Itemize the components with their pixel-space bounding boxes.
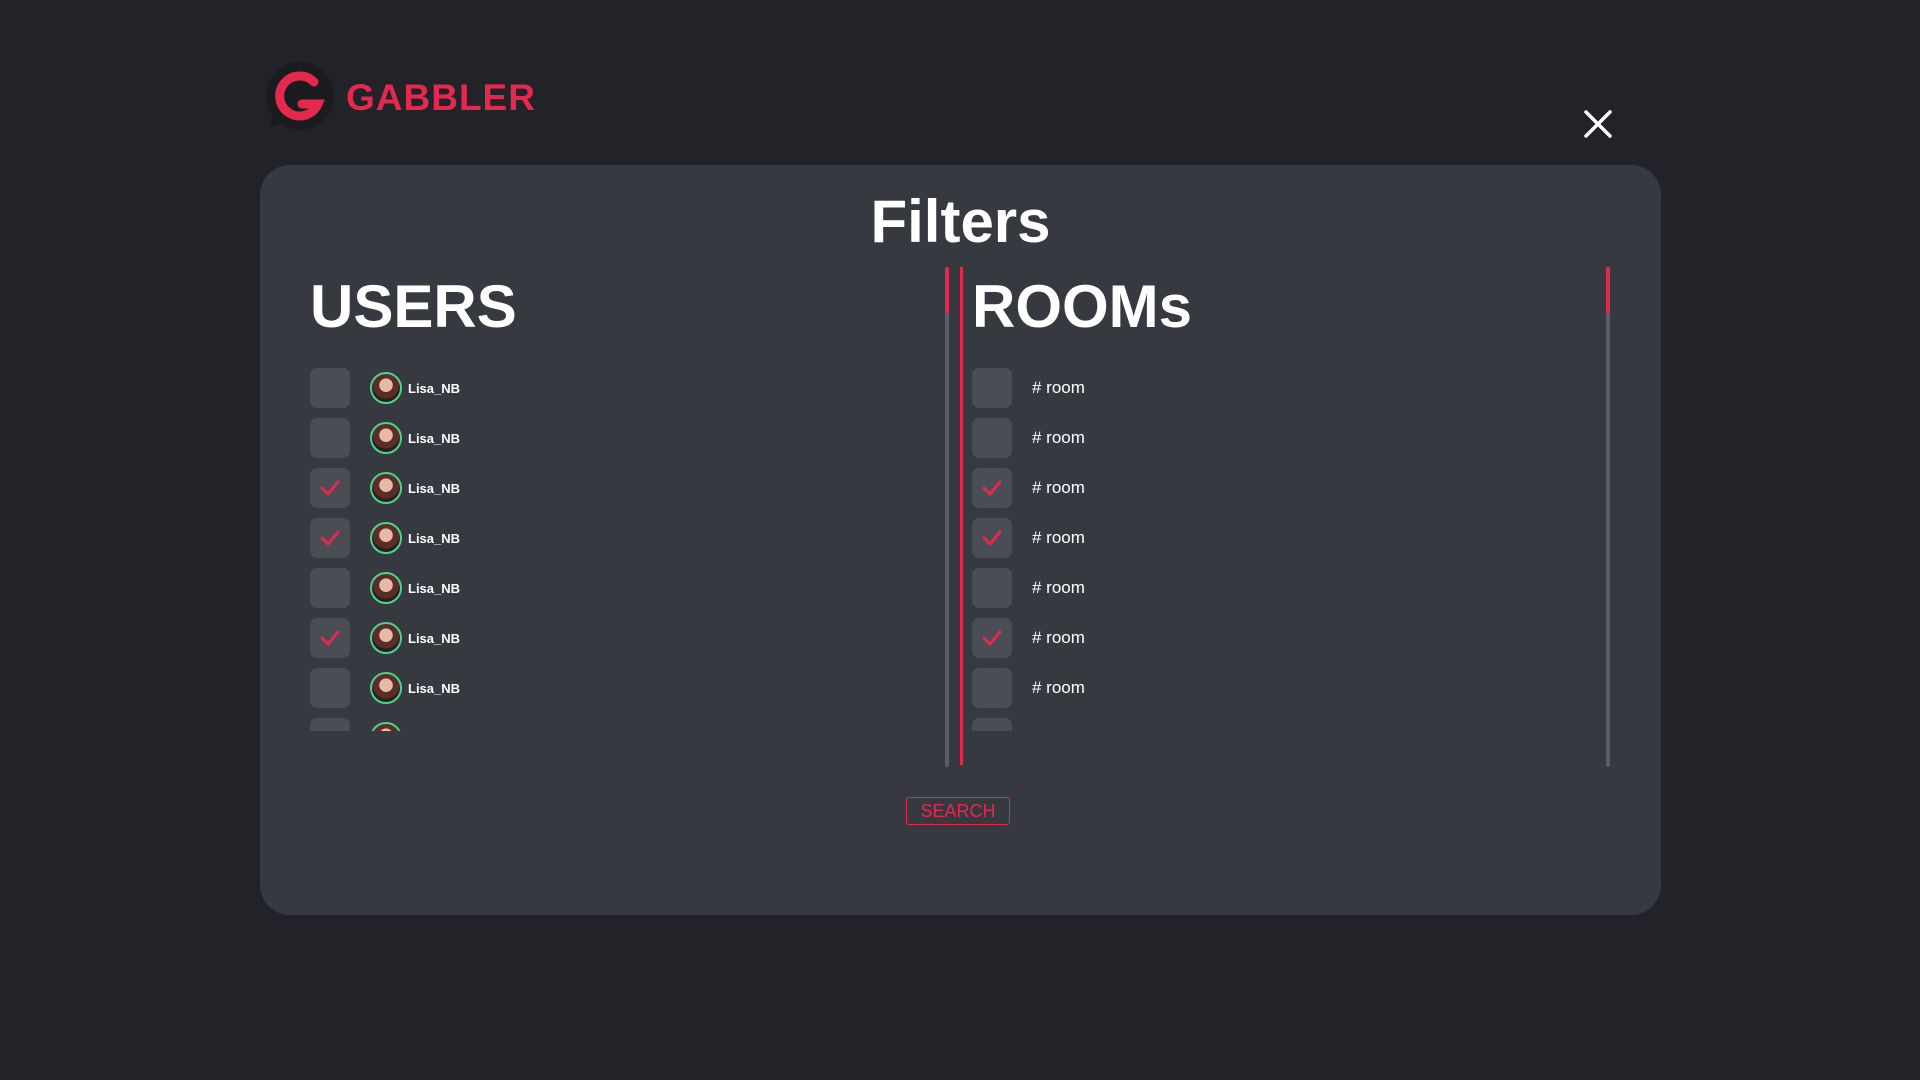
user-name: Lisa_NB (408, 580, 461, 596)
close-icon (1584, 110, 1612, 138)
filters-dialog: Filters USERS Lisa_NB Lisa_NB Lisa_NB Lisa_… (260, 165, 1661, 915)
user-checkbox[interactable] (310, 718, 350, 731)
user-name: Lisa_NB (408, 680, 461, 696)
brand-logo: GABBLER (262, 62, 536, 134)
users-heading: USERS (310, 273, 517, 340)
user-checkbox[interactable] (310, 518, 350, 558)
user-name: Lisa_NB (408, 480, 461, 496)
rooms-scrollbar-thumb[interactable] (1606, 267, 1610, 313)
close-button[interactable] (1580, 106, 1616, 142)
room-checkbox[interactable] (972, 468, 1012, 508)
avatar (370, 372, 402, 404)
avatar (370, 622, 402, 654)
user-row: Lisa_NB (310, 363, 950, 413)
user-row: Lisa_NB (310, 513, 950, 563)
rooms-heading: ROOMs (972, 273, 1193, 340)
checkmark-icon (320, 480, 340, 496)
room-checkbox[interactable] (972, 618, 1012, 658)
avatar (370, 472, 402, 504)
checkmark-icon (982, 530, 1002, 546)
user-name: Lisa_NB (408, 731, 460, 732)
room-checkbox[interactable] (972, 568, 1012, 608)
room-name: # room (1032, 378, 1085, 397)
user-row: Lisa_NB (310, 713, 950, 731)
room-row: # room (972, 713, 1612, 731)
room-checkbox[interactable] (972, 418, 1012, 458)
user-checkbox[interactable] (310, 418, 350, 458)
user-checkbox[interactable] (310, 468, 350, 508)
room-row: # room (972, 663, 1612, 713)
avatar (370, 672, 402, 704)
room-row: # room (972, 413, 1612, 463)
user-name: Lisa_NB (408, 530, 461, 546)
checkmark-icon (320, 530, 340, 546)
rooms-scrollbar[interactable] (1606, 267, 1610, 767)
room-name: # room (1032, 428, 1085, 447)
brand-name: GABBLER (346, 77, 536, 118)
room-name: # room (1032, 678, 1085, 697)
user-checkbox[interactable] (310, 668, 350, 708)
avatar (370, 722, 402, 731)
avatar (370, 572, 402, 604)
room-name: # room (1032, 728, 1085, 731)
room-checkbox[interactable] (972, 368, 1012, 408)
rooms-list: # room # room # room # room # room # room # ro… (972, 363, 1612, 731)
user-row: Lisa_NB (310, 563, 950, 613)
avatar (370, 522, 402, 554)
checkmark-icon (982, 480, 1002, 496)
user-checkbox[interactable] (310, 618, 350, 658)
user-checkbox[interactable] (310, 368, 350, 408)
room-name: # room (1032, 528, 1085, 547)
checkmark-icon (320, 630, 340, 646)
users-scrollbar-thumb[interactable] (945, 267, 949, 313)
room-row: # room (972, 463, 1612, 513)
user-name: Lisa_NB (408, 380, 461, 396)
room-name: # room (1032, 478, 1085, 497)
room-row: # room (972, 613, 1612, 663)
users-column: USERS Lisa_NB Lisa_NB Lisa_NB Lisa_NB Lisa_N… (310, 265, 950, 731)
user-checkbox[interactable] (310, 568, 350, 608)
user-row: Lisa_NB (310, 613, 950, 663)
checkmark-icon (982, 630, 1002, 646)
gabbler-logo-icon (262, 62, 334, 134)
room-row: # room (972, 563, 1612, 613)
rooms-column: ROOMs # room # room # room # room # room # ro… (972, 265, 1612, 731)
search-button[interactable]: SEARCH (906, 797, 1010, 825)
dialog-title: Filters (870, 188, 1051, 255)
room-checkbox[interactable] (972, 668, 1012, 708)
room-row: # room (972, 513, 1612, 563)
avatar (370, 422, 402, 454)
room-checkbox[interactable] (972, 518, 1012, 558)
column-divider (960, 267, 963, 765)
room-checkbox[interactable] (972, 718, 1012, 731)
user-row: Lisa_NB (310, 413, 950, 463)
users-scrollbar[interactable] (945, 267, 949, 767)
room-row: # room (972, 363, 1612, 413)
users-list: Lisa_NB Lisa_NB Lisa_NB Lisa_NB Lisa_NB Lisa_… (310, 363, 950, 731)
room-name: # room (1032, 628, 1085, 647)
room-name: # room (1032, 578, 1085, 597)
user-row: Lisa_NB (310, 463, 950, 513)
user-name: Lisa_NB (408, 630, 461, 646)
user-name: Lisa_NB (408, 430, 461, 446)
user-row: Lisa_NB (310, 663, 950, 713)
